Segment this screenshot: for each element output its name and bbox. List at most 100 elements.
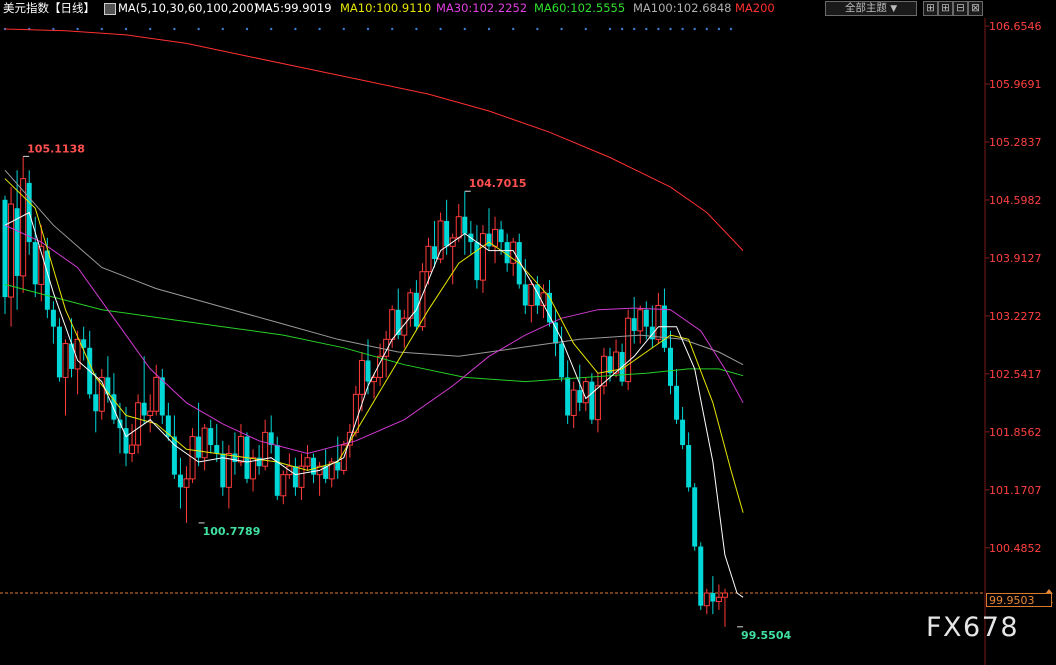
candle-body [389,309,396,340]
low-annotation: 100.7789 [203,525,261,538]
candle-body [668,347,673,386]
ma100-line [4,169,744,366]
signal-dot [391,27,394,31]
candle-body [721,592,728,598]
candle-body [50,309,56,327]
candle-body [674,385,680,420]
signal-dot [294,27,297,31]
candle-body [631,318,637,331]
current-price-tag: 99.9503 [986,593,1052,607]
candle-body [8,203,15,298]
candle-body [559,343,565,378]
candle-body [589,381,595,420]
ma10-line [4,178,744,513]
candle-body [177,474,183,488]
signal-dot [705,27,708,31]
candle-body [232,453,238,462]
candle-body [32,242,38,285]
theme-select-label: 全部主题 [844,2,887,14]
signal-dot [512,27,515,31]
candle-body [201,427,208,459]
signal-dot [245,27,249,31]
signal-dot [669,27,672,31]
ma60-value: MA60:102.5555 [534,1,626,15]
candle-body [208,428,214,446]
candle-body [553,322,559,344]
candle-body [698,546,704,606]
theme-select[interactable]: 全部主题 ▼ [825,1,917,16]
candle-body [455,216,462,239]
ma10-value: MA10:100.9110 [340,1,432,15]
candle-body [570,389,577,416]
signal-dot [608,27,612,31]
candle-body [692,487,698,547]
minimize-button[interactable]: ⊟ [953,1,968,16]
signal-dot [657,27,660,31]
candle-body [437,220,444,260]
candle-body [62,343,69,378]
high-annotation: 105.1138 [27,142,85,155]
candle-body [474,242,480,281]
instrument-name: 美元指数 [3,1,49,15]
ma60-line [4,283,744,383]
ma30-value: MA30:102.2252 [436,1,528,15]
candle-body [425,245,432,273]
candle-body [479,233,486,281]
y-tick-label: 104.5982 [989,194,1042,207]
signal-dot [681,27,684,31]
candle-body [135,402,142,446]
candle-body [262,431,269,467]
signal-dot [620,27,624,31]
y-tick-label: 103.2272 [989,310,1042,323]
ma-settings-icon[interactable] [104,3,116,15]
signal-dot [729,27,733,31]
candle-body [365,360,371,382]
candle-body [171,436,177,475]
candle-body [93,394,99,412]
candle-body [147,410,154,416]
ma-set-label: MA(5,10,30,60,100,200) [118,1,259,15]
candle-body [643,309,649,327]
candle-body [625,317,632,383]
high-annotation: 104.7015 [469,177,527,190]
candle-body [577,390,583,403]
candle-body [498,229,504,243]
candle-body [715,596,722,602]
ma200-value: MA200 [735,1,775,15]
candle-body [214,445,220,454]
y-tick-label: 101.1707 [989,484,1042,497]
candle-body [292,466,298,488]
candle-body [237,436,244,463]
y-tick-label: 103.9127 [989,252,1042,265]
candle-body [528,283,535,307]
y-tick-label: 106.6546 [989,20,1042,33]
ma200-line [4,28,744,251]
signal-dot [173,27,176,31]
signal-dot [124,27,128,31]
period-label[interactable]: 【日线】 [49,0,95,17]
signal-dot [270,27,273,31]
signal-dot [439,27,442,31]
layout-button[interactable]: ⊞ [938,1,953,16]
y-tick-label: 100.4852 [989,542,1042,555]
signal-dot [318,27,321,31]
candle-body [141,402,147,416]
candle-body [492,228,499,247]
signal-dot [633,27,636,31]
y-tick-label: 105.2837 [989,136,1042,149]
candle-body [504,242,510,264]
signal-dot [463,27,466,31]
candle-body [462,216,468,234]
candle-body [534,284,540,306]
candle-body [280,474,287,497]
signal-dot [100,27,104,31]
candle-body [56,326,62,378]
candle-body [432,246,438,260]
signal-dot [584,27,587,31]
grid-button[interactable]: ⊞ [923,1,938,16]
candle-body [686,445,692,488]
signal-dot [149,27,152,31]
close-button[interactable]: ⊠ [968,1,983,16]
chevron-down-icon: ▼ [890,4,898,14]
candle-body [710,593,716,602]
